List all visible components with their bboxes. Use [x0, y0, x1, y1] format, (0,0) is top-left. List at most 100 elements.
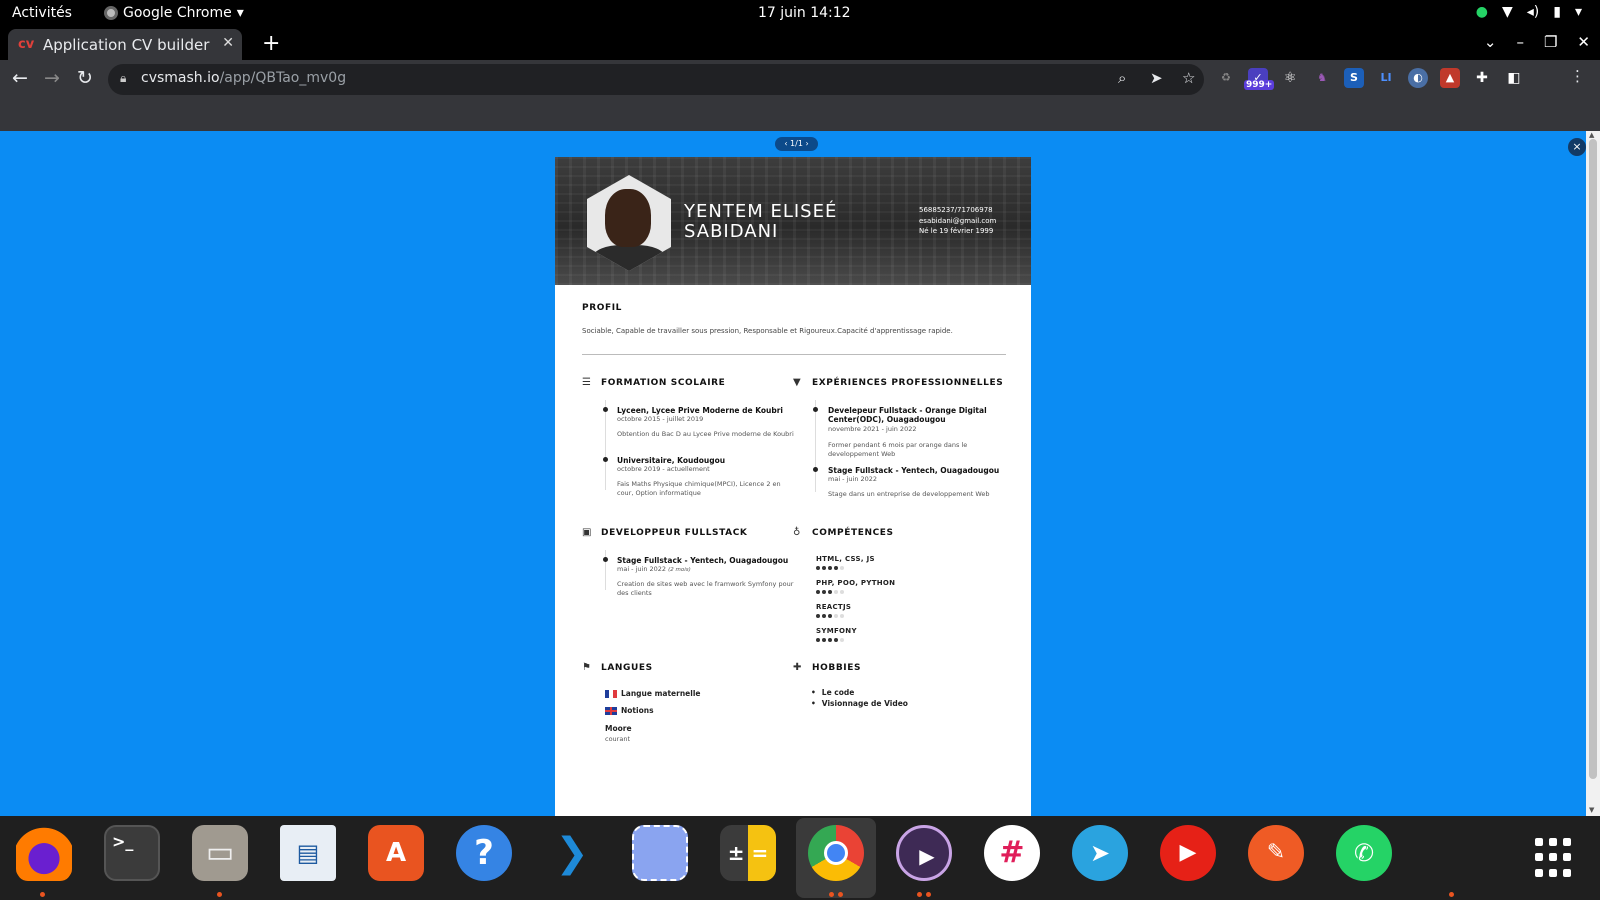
language-name: Notions: [621, 706, 654, 715]
rating-dot: [834, 590, 838, 594]
bookmark-bar: [0, 100, 1600, 131]
rating-dot: [840, 590, 844, 594]
app-center-icon[interactable]: A: [368, 825, 424, 881]
experience-item-desc: Stage dans un entreprise de developpemen…: [828, 490, 990, 498]
dev-item-date: mai - juin 2022 (2 mois): [617, 565, 691, 573]
skill-name: SYMFONY: [816, 627, 857, 635]
media-player-icon[interactable]: ▶: [896, 825, 952, 881]
chevron-down-icon: ▾: [236, 5, 244, 21]
running-indicator: [917, 892, 922, 897]
s-extension-icon[interactable]: S: [1344, 68, 1364, 88]
new-tab-button[interactable]: +: [262, 31, 280, 56]
running-indicator: [217, 892, 222, 897]
scroll-up-icon[interactable]: ▲: [1589, 131, 1594, 139]
scroll-down-icon[interactable]: ▼: [1589, 806, 1594, 814]
education-heading: ☰ FORMATION SCOLAIRE: [582, 377, 725, 388]
extension-badge-count: 999+: [1244, 80, 1275, 90]
tie-icon: ▼: [793, 377, 802, 388]
running-indicator: [926, 892, 931, 897]
cv-phone: 56885237/71706978: [919, 206, 993, 214]
zoom-icon[interactable]: ⌕: [1118, 69, 1126, 87]
firefox-icon[interactable]: [16, 825, 72, 881]
system-tray[interactable]: ● ▼ ◂) ▮ ▾: [1476, 4, 1582, 20]
list-icon: ☰: [582, 377, 592, 388]
experience-item-date: mai - juin 2022: [828, 475, 878, 483]
slack-icon[interactable]: #: [984, 825, 1040, 881]
education-item-title: Universitaire, Koudougou: [617, 456, 726, 465]
skills-title: COMPÉTENCES: [812, 528, 894, 538]
minimize-button[interactable]: –: [1516, 33, 1524, 51]
youtube-icon[interactable]: ▶: [1160, 825, 1216, 881]
timeline-dot: [603, 407, 608, 412]
writer-icon[interactable]: ▤: [280, 825, 336, 881]
timeline-dot: [813, 407, 818, 412]
volume-icon[interactable]: ◂): [1527, 4, 1540, 20]
battery-icon[interactable]: ▮: [1553, 4, 1561, 20]
system-top-bar: Activités Google Chrome ▾ 17 juin 14:12 …: [0, 0, 1600, 27]
url-host: cvsmash.io: [141, 70, 220, 86]
reload-button[interactable]: ↻: [77, 67, 93, 89]
pdf-extension-icon[interactable]: ▲: [1440, 68, 1460, 88]
li-extension-icon[interactable]: LI: [1376, 68, 1396, 88]
cv-birth: Né le 19 février 1999: [919, 227, 994, 235]
chrome-menu-icon[interactable]: ⋮: [1570, 67, 1585, 85]
page-pager[interactable]: ‹ 1/1 ›: [775, 137, 818, 151]
dev-title: DEVELOPPEUR FULLSTACK: [601, 528, 748, 538]
recycle-extension-icon[interactable]: ♻: [1216, 68, 1236, 88]
send-icon[interactable]: ➤: [1150, 69, 1163, 87]
whatsapp-icon[interactable]: ✆: [1336, 825, 1392, 881]
terminal-icon[interactable]: >_: [104, 825, 160, 881]
address-bar[interactable]: 🔒︎ cvsmash.io/app/QBTao_mv0g ⌕ ➤ ☆: [108, 64, 1204, 95]
close-window-button[interactable]: ✕: [1577, 33, 1590, 51]
restore-button[interactable]: ❐: [1544, 33, 1557, 51]
window-controls: ⌄ – ❐ ✕: [1484, 33, 1590, 51]
close-preview-button[interactable]: ×: [1568, 138, 1586, 156]
chrome-icon[interactable]: [808, 825, 864, 881]
rating-dot: [840, 614, 844, 618]
skill-rating: [816, 566, 844, 570]
url-path: /app/QBTao_mv0g: [219, 70, 347, 86]
url-text[interactable]: cvsmash.io/app/QBTao_mv0g: [141, 70, 346, 86]
back-button[interactable]: ←: [12, 67, 28, 89]
question-glyph-icon: ?: [474, 833, 494, 873]
rating-dot: [828, 614, 832, 618]
circle-extension-icon[interactable]: ◐: [1408, 68, 1428, 88]
vscode-icon[interactable]: ❯: [544, 825, 600, 881]
tab-close-icon[interactable]: ✕: [222, 35, 234, 51]
files-icon[interactable]: ▭: [192, 825, 248, 881]
activities-button[interactable]: Activités: [12, 5, 72, 21]
skill-name: HTML, CSS, JS: [816, 555, 875, 563]
postman-icon[interactable]: ✎: [1248, 825, 1304, 881]
dock: >_ ▭ ▤ A ? ❯ ± = ▶ # ➤ ▶ ✎ ✆: [0, 816, 1600, 900]
tab-search-icon[interactable]: ⌄: [1484, 33, 1497, 51]
scrollbar-thumb[interactable]: [1589, 139, 1597, 779]
react-devtools-icon[interactable]: ⚛: [1280, 68, 1300, 88]
whatsapp-phone-icon: ✆: [1353, 839, 1375, 867]
power-menu-icon[interactable]: ▾: [1575, 4, 1582, 20]
github-extension-icon[interactable]: ♞: [1312, 68, 1332, 88]
rating-dot: [822, 566, 826, 570]
extensions-puzzle-icon[interactable]: ✚: [1472, 68, 1492, 88]
telegram-icon[interactable]: ➤: [1072, 825, 1128, 881]
rating-dot: [840, 566, 844, 570]
bookmark-star-icon[interactable]: ☆: [1182, 69, 1195, 87]
calculator-icon[interactable]: ± =: [720, 825, 776, 881]
show-applications-icon[interactable]: [1535, 838, 1575, 878]
experience-title: EXPÉRIENCES PROFESSIONNELLES: [812, 378, 1004, 388]
play-glyph-icon: ▶: [919, 844, 935, 868]
forward-button[interactable]: →: [44, 67, 60, 89]
clock[interactable]: 17 juin 14:12: [758, 5, 851, 21]
app-menu[interactable]: Google Chrome ▾: [104, 5, 244, 21]
whatsapp-tray-icon[interactable]: ●: [1476, 4, 1488, 20]
tab-cv-builder[interactable]: cv Application CV builder - C ✕: [8, 29, 242, 60]
side-panel-icon[interactable]: ◧: [1504, 68, 1524, 88]
help-icon[interactable]: ?: [456, 825, 512, 881]
wifi-icon[interactable]: ▼: [1502, 4, 1513, 20]
page-scrollbar[interactable]: ▲ ▼: [1586, 131, 1600, 816]
chrome-small-icon: [104, 6, 118, 20]
languages-heading: ⚑ LANGUES: [582, 662, 653, 673]
language-item: Notions: [605, 706, 654, 715]
screenshot-icon[interactable]: [632, 825, 688, 881]
skill-rating: [816, 590, 844, 594]
lock-icon[interactable]: 🔒︎: [120, 71, 126, 86]
